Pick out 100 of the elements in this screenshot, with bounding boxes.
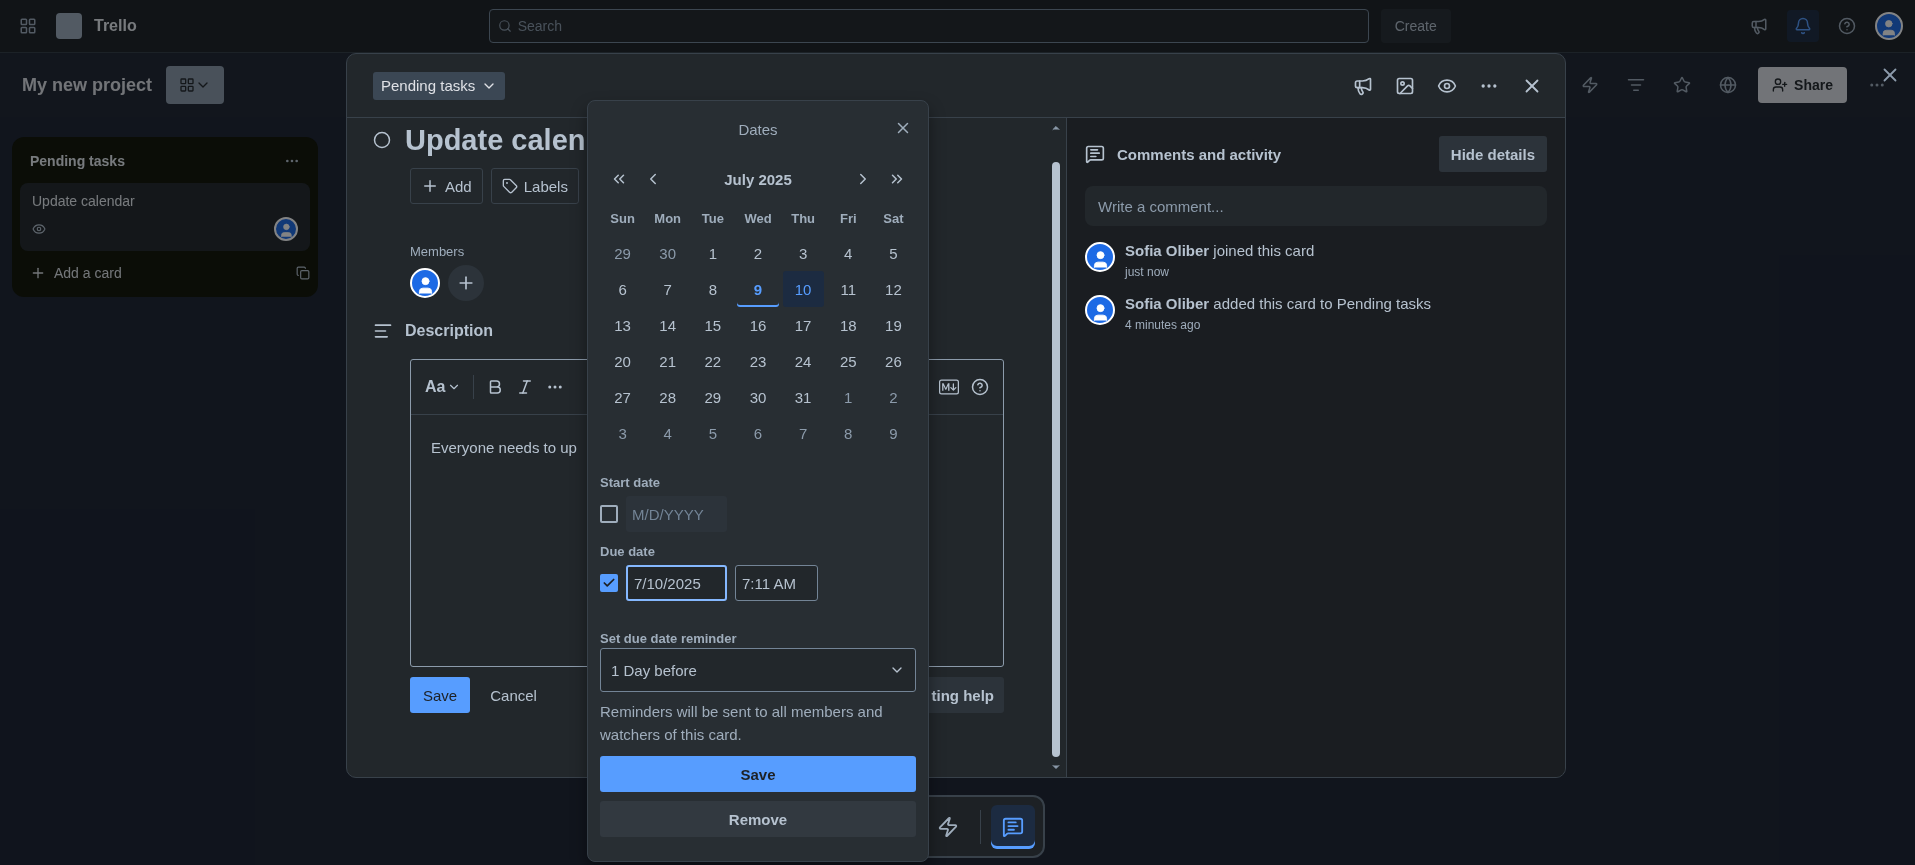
calendar-day[interactable]: 1	[692, 235, 734, 271]
board-title: My new project	[22, 74, 153, 96]
calendar-day[interactable]: 11	[827, 271, 869, 307]
calendar-day[interactable]: 19	[872, 307, 914, 343]
field-label: Due date	[600, 544, 656, 559]
save-button[interactable]: Save	[600, 756, 916, 792]
calendar-day[interactable]: 30	[737, 379, 779, 415]
weekday-label: Fri	[838, 209, 858, 228]
add-person-icon	[1772, 77, 1789, 93]
calendar-day[interactable]: 10	[782, 271, 824, 307]
calendar-day[interactable]: 9	[872, 415, 914, 451]
calendar-day[interactable]: 25	[827, 343, 869, 379]
reminder-note: Reminders will be sent to all members and watchers of this card.	[600, 702, 884, 745]
add-card-button[interactable]: Add a card	[20, 261, 132, 285]
time-field[interactable]: 7:11 AM	[735, 565, 818, 601]
calendar-day[interactable]: 6	[737, 415, 779, 451]
comment-field[interactable]: Write a comment...	[1085, 186, 1547, 226]
calendar-day[interactable]: 14	[647, 307, 689, 343]
plus-icon	[30, 265, 46, 281]
action-button[interactable]: Add	[410, 168, 483, 204]
template-icon[interactable]	[296, 266, 310, 280]
card-title: Update calendar	[32, 193, 136, 209]
weekday-label: Sun	[609, 209, 636, 228]
calendar-day[interactable]: 26	[872, 343, 914, 379]
weekday-label: Sat	[882, 209, 905, 228]
avatar	[274, 217, 298, 241]
list-button[interactable]: Pending tasks	[373, 71, 506, 100]
calendar-day[interactable]: 27	[602, 379, 644, 415]
calendar-day[interactable]: 31	[782, 379, 824, 415]
activity-time: just now	[1125, 265, 1171, 279]
image-icon[interactable]	[1395, 75, 1415, 96]
hide-details-button[interactable]: Hide details	[1438, 136, 1547, 172]
calendar-day[interactable]: 23	[737, 343, 779, 379]
calendar-day[interactable]: 4	[647, 415, 689, 451]
calendar-day[interactable]: 13	[602, 307, 644, 343]
calendar-day[interactable]: 3	[782, 235, 824, 271]
calendar-day[interactable]: 5	[872, 235, 914, 271]
eye-icon	[32, 222, 46, 236]
logo-text: Trello	[94, 17, 137, 35]
calendar-day[interactable]: 2	[872, 379, 914, 415]
megaphone-icon[interactable]	[1353, 75, 1373, 96]
avatar	[1875, 12, 1903, 40]
calendar-day[interactable]: 1	[827, 379, 869, 415]
help-icon[interactable]	[971, 378, 989, 396]
cancel-button[interactable]: Cancel	[480, 677, 547, 713]
search-icon	[497, 19, 512, 33]
reminder-select[interactable]: 1 Day before	[600, 648, 916, 692]
markdown-icon[interactable]	[939, 377, 959, 397]
avatar	[1085, 242, 1115, 272]
add-member-button[interactable]	[448, 265, 484, 301]
calendar-day[interactable]: 4	[827, 235, 869, 271]
month-title: July 2025	[723, 170, 793, 188]
complete-circle-icon[interactable]	[373, 131, 391, 149]
view-switcher[interactable]	[166, 66, 225, 104]
calendar-day[interactable]: 18	[827, 307, 869, 343]
card-title: Update calen	[405, 123, 586, 157]
check-icon	[602, 576, 616, 590]
calendar-day[interactable]: 7	[647, 271, 689, 307]
weekday-label: Thu	[790, 209, 817, 228]
card-tile[interactable]: Update calendar	[20, 183, 310, 251]
avatar	[1085, 295, 1115, 325]
weekday-label: Tue	[700, 209, 725, 228]
calendar-day[interactable]: 5	[692, 415, 734, 451]
calendar-day[interactable]: 29	[602, 235, 644, 271]
calendar-day[interactable]: 7	[782, 415, 824, 451]
save-button[interactable]: Save	[410, 677, 471, 713]
board-icon	[179, 77, 196, 93]
checkbox[interactable]	[600, 505, 618, 523]
calendar-day[interactable]: 29	[692, 379, 734, 415]
date-field[interactable]: 7/10/2025	[626, 565, 727, 601]
calendar-day[interactable]: 16	[737, 307, 779, 343]
calendar-day[interactable]: 3	[602, 415, 644, 451]
activity-time: 4 minutes ago	[1125, 318, 1202, 332]
calendar-day[interactable]: 6	[602, 271, 644, 307]
logo-icon	[56, 13, 82, 39]
calendar-day[interactable]: 22	[692, 343, 734, 379]
toolbar-button[interactable]	[991, 804, 1035, 849]
avatar	[410, 268, 440, 298]
action-button[interactable]: Labels	[490, 168, 579, 204]
calendar-day[interactable]: 2	[737, 235, 779, 271]
field-label: Start date	[600, 475, 661, 490]
plus-icon	[421, 177, 439, 195]
calendar-day[interactable]: 28	[647, 379, 689, 415]
calendar-day[interactable]: 30	[647, 235, 689, 271]
calendar-day[interactable]: 8	[692, 271, 734, 307]
calendar-day[interactable]: 9	[737, 271, 779, 307]
calendar-day[interactable]: 20	[602, 343, 644, 379]
share-button[interactable]: Share	[1758, 67, 1847, 103]
comment-icon	[1002, 815, 1024, 838]
calendar-day[interactable]: 15	[692, 307, 734, 343]
section-title: Comments and activity	[1117, 145, 1282, 163]
remove-button[interactable]: Remove	[600, 801, 916, 837]
calendar-day[interactable]: 17	[782, 307, 824, 343]
description-text: Everyone needs to up	[431, 439, 577, 456]
checkbox[interactable]	[600, 574, 618, 592]
calendar-day[interactable]: 12	[872, 271, 914, 307]
text-style-dropdown[interactable]: Aa	[425, 378, 462, 396]
calendar-day[interactable]: 21	[647, 343, 689, 379]
calendar-day[interactable]: 24	[782, 343, 824, 379]
calendar-day[interactable]: 8	[827, 415, 869, 451]
